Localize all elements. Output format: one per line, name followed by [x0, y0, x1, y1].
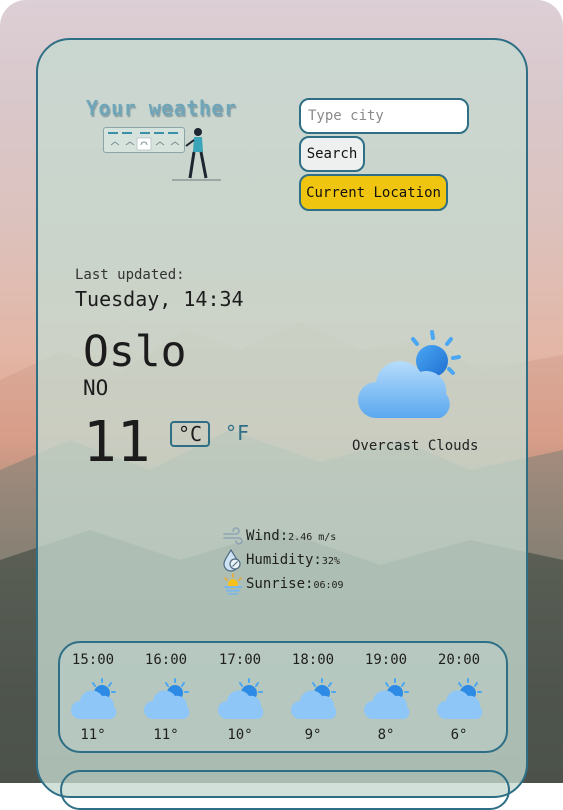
forecast-time: 19:00	[364, 652, 408, 668]
sun-behind-cloud-icon	[218, 678, 264, 719]
forecast-temp: 10°	[227, 727, 253, 743]
sun-behind-cloud-icon	[364, 678, 410, 719]
humidity-icon	[223, 548, 241, 572]
sunrise-value: 06:09	[313, 580, 344, 591]
sunrise-row: Sunrise: 06:09	[222, 573, 344, 595]
humidity-row: Humidity: 32%	[222, 548, 340, 572]
current-temperature: 11	[83, 410, 151, 475]
wind-value: 2.46 m/s	[288, 532, 337, 543]
forecast-temp: 11°	[80, 727, 106, 743]
sun-behind-cloud-icon	[71, 678, 117, 719]
search-button[interactable]: Search	[299, 136, 365, 172]
forecast-time: 15:00	[71, 652, 115, 668]
person-illustration-icon	[108, 128, 221, 181]
forecast-temp: 8°	[377, 727, 395, 743]
forecast-time: 17:00	[218, 652, 262, 668]
celsius-toggle[interactable]: °C	[170, 421, 210, 447]
last-updated-label: Last updated:	[75, 267, 185, 283]
hourly-forecast: 15:00 11° 16:00 11° 17:00 10° 18:00 9° 1…	[58, 641, 508, 753]
weather-description: Overcast Clouds	[352, 438, 479, 454]
wind-label: Wind:	[246, 528, 289, 544]
forecast-time: 20:00	[437, 652, 481, 668]
forecast-time: 16:00	[144, 652, 188, 668]
humidity-label: Humidity:	[246, 552, 322, 568]
fahrenheit-toggle[interactable]: °F	[225, 421, 249, 445]
city-name: Oslo	[83, 327, 187, 377]
wind-icon	[223, 527, 243, 545]
current-date: Tuesday, 14:34	[75, 287, 244, 311]
next-panel	[60, 770, 510, 810]
forecast-time: 18:00	[291, 652, 335, 668]
app-logo: Your weather	[86, 96, 246, 186]
humidity-value: 32%	[321, 556, 340, 567]
sun-behind-cloud-icon	[291, 678, 337, 719]
sun-behind-cloud-icon	[437, 678, 483, 719]
forecast-temp: 9°	[304, 727, 322, 743]
forecast-temp: 6°	[450, 727, 468, 743]
sun-behind-cloud-icon	[144, 678, 190, 719]
sun-behind-cloud-icon	[358, 328, 468, 427]
current-location-button[interactable]: Current Location	[299, 174, 448, 211]
sunrise-label: Sunrise:	[246, 576, 314, 592]
sunrise-icon	[224, 573, 242, 595]
country-code: NO	[83, 376, 109, 400]
wind-row: Wind: 2.46 m/s	[222, 525, 336, 547]
city-search-input[interactable]	[299, 98, 469, 134]
forecast-temp: 11°	[153, 727, 179, 743]
